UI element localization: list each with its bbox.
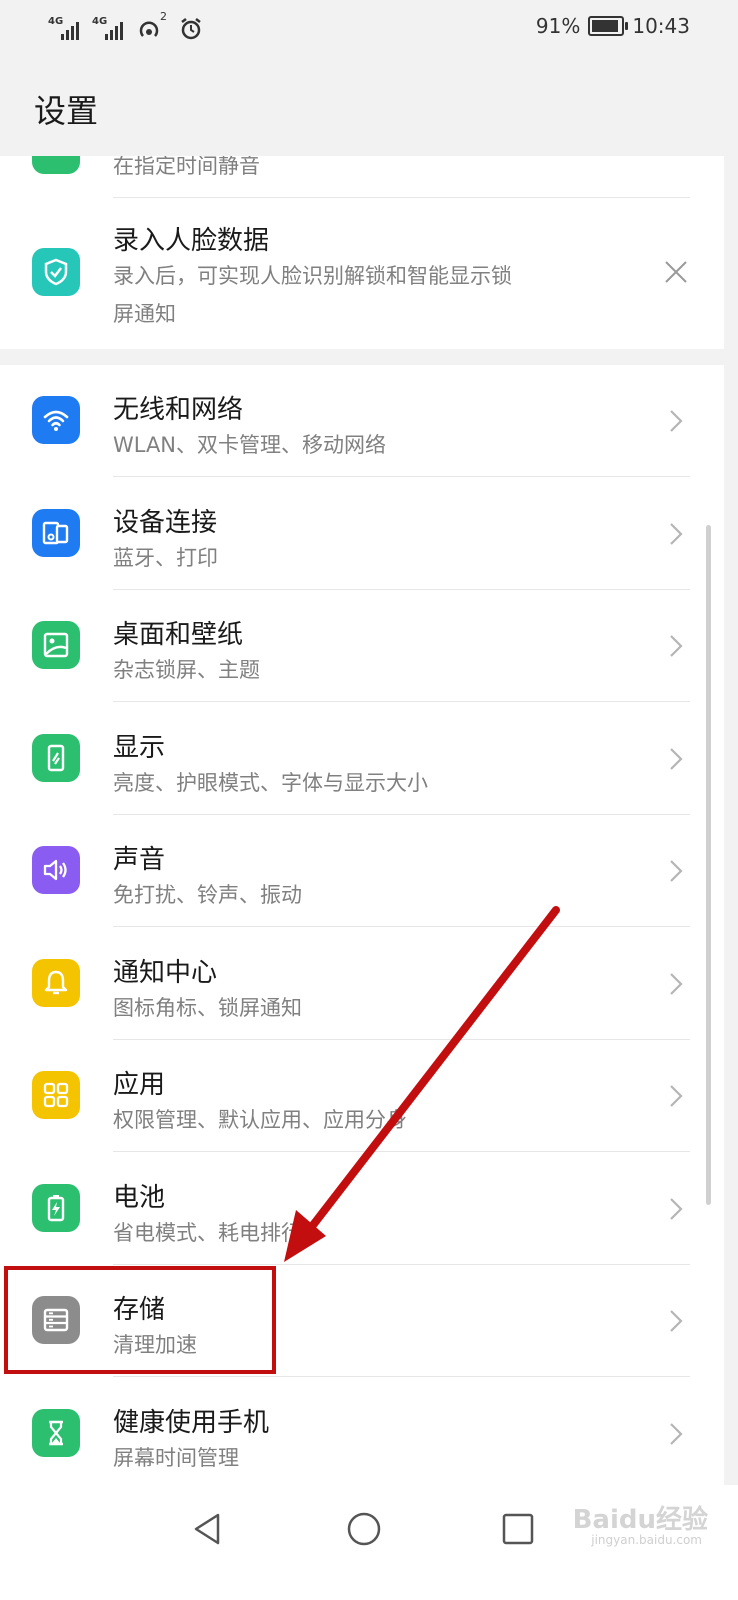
app-header: 设置	[0, 60, 738, 156]
chevron-right-icon	[666, 972, 686, 996]
display-icon	[32, 733, 80, 782]
page-title: 设置	[34, 92, 99, 130]
bell-icon	[32, 958, 80, 1007]
settings-item-10[interactable]: 健康使用手机屏幕时间管理	[0, 1378, 724, 1486]
settings-item-title: 桌面和壁纸	[113, 620, 244, 650]
back-button[interactable]	[188, 1509, 228, 1549]
settings-item-title: 设备连接	[113, 507, 218, 538]
face-data-title: 录入人脸数据	[113, 226, 270, 256]
settings-item-6[interactable]: 通知中心图标角标、锁屏通知	[0, 928, 724, 1040]
settings-item-3[interactable]: 桌面和壁纸杂志锁屏、主题	[0, 590, 724, 702]
settings-item-4[interactable]: 显示亮度、护眼模式、字体与显示大小	[0, 703, 724, 815]
face-data-suggestion[interactable]: 录入人脸数据 录入后，可实现人脸识别解锁和智能显示锁 屏通知	[0, 198, 724, 349]
watermark-url: jingyan.baidu.com	[591, 1533, 702, 1547]
settings-item-subtitle: 图标角标、锁屏通知	[113, 995, 302, 1020]
watermark-logo: Baidu经验	[572, 1505, 708, 1535]
settings-item-subtitle: WLAN、双卡管理、移动网络	[113, 433, 387, 457]
settings-item-title: 无线和网络	[113, 395, 244, 425]
wallpaper-icon	[32, 621, 80, 669]
sound-icon	[32, 846, 80, 894]
settings-item-subtitle: 蓝牙、打印	[113, 545, 218, 570]
face-data-subtitle-line1: 录入后，可实现人脸识别解锁和智能显示锁	[113, 264, 512, 288]
chevron-right-icon	[666, 1197, 686, 1221]
settings-item-subtitle: 权限管理、默认应用、应用分身	[113, 1108, 407, 1132]
settings-item-subtitle: 免打扰、铃声、振动	[113, 883, 302, 907]
battery-percent: 91%	[535, 14, 581, 38]
home-button[interactable]	[344, 1509, 384, 1549]
sim2-signal-icon: 4G	[92, 14, 130, 44]
chevron-right-icon	[666, 1309, 686, 1333]
chevron-right-icon	[666, 859, 686, 883]
hotspot-count: 2	[160, 10, 167, 23]
suggestions-card: 在指定时间静音 录入人脸数据 录入后，可实现人脸识别解锁和智能显示锁 屏通知	[0, 156, 724, 349]
clock: 10:43	[632, 14, 690, 38]
partial-suggestion-subtitle: 在指定时间静音	[113, 156, 260, 178]
settings-item-7[interactable]: 应用权限管理、默认应用、应用分身	[0, 1040, 724, 1152]
settings-item-subtitle: 屏幕时间管理	[113, 1445, 239, 1470]
shield-check-icon	[32, 248, 80, 296]
settings-item-subtitle: 省电模式、耗电排行	[113, 1220, 302, 1245]
settings-item-5[interactable]: 声音免打扰、铃声、振动	[0, 815, 724, 927]
settings-item-title: 声音	[113, 845, 166, 875]
chevron-right-icon	[666, 747, 686, 771]
recents-button[interactable]	[498, 1509, 538, 1549]
chevron-right-icon	[666, 634, 686, 658]
settings-item-subtitle: 亮度、护眼模式、字体与显示大小	[113, 770, 428, 795]
apps-grid-icon	[32, 1071, 80, 1119]
hourglass-icon	[32, 1408, 80, 1457]
settings-item-2[interactable]: 设备连接 蓝牙、打印	[0, 478, 724, 590]
device-connect-icon	[32, 508, 80, 557]
chevron-right-icon	[666, 1084, 686, 1108]
chevron-right-icon	[666, 522, 686, 546]
status-bar: 4G 4G 2 91% 10:43	[0, 0, 738, 60]
settings-item-title: 通知中心	[113, 957, 218, 988]
battery-icon	[32, 1183, 80, 1232]
status-icons-right: 91% 10:43	[536, 14, 690, 38]
settings-item-title: 电池	[113, 1182, 166, 1213]
sim1-signal-icon: 4G	[48, 14, 86, 44]
settings-item-title: 显示	[113, 732, 166, 763]
settings-item-title: 应用	[113, 1070, 166, 1100]
status-icons-left: 4G 4G 2	[48, 10, 204, 46]
chevron-right-icon	[666, 409, 686, 433]
partial-suggestion-icon	[32, 156, 80, 174]
highlight-box	[4, 1266, 276, 1374]
partial-suggestion-item[interactable]: 在指定时间静音	[0, 156, 724, 198]
settings-item-1[interactable]: 无线和网络 WLAN、双卡管理、移动网络	[0, 365, 724, 477]
settings-item-title: 健康使用手机	[113, 1407, 270, 1438]
battery-icon	[588, 16, 629, 36]
navigation-bar: Baidu经验 jingyan.baidu.com	[0, 1485, 738, 1600]
dismiss-close-icon[interactable]	[664, 260, 688, 284]
wifi-icon	[32, 396, 80, 444]
hotspot-icon: 2	[136, 10, 167, 44]
chevron-right-icon	[666, 1422, 686, 1446]
scrollbar[interactable]	[706, 525, 711, 1205]
face-data-subtitle-line2: 屏通知	[113, 302, 176, 326]
alarm-icon	[178, 16, 204, 42]
settings-item-8[interactable]: 电池省电模式、耗电排行	[0, 1153, 724, 1265]
settings-item-subtitle: 杂志锁屏、主题	[113, 658, 260, 682]
